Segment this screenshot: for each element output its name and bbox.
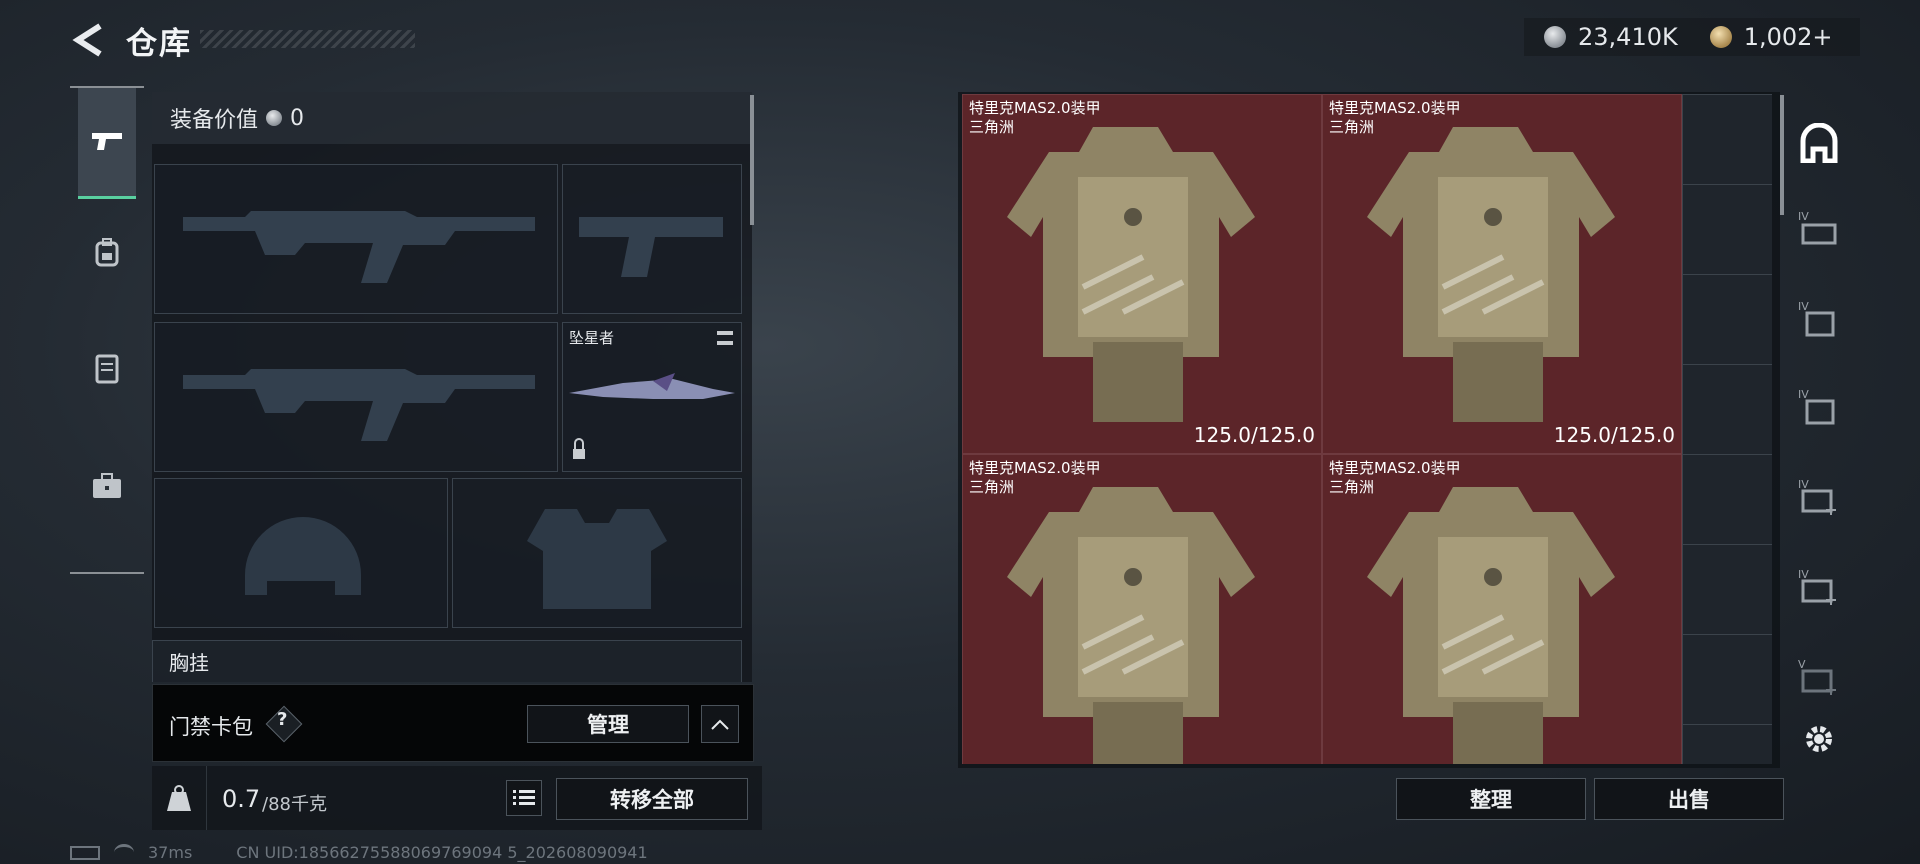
status-bar: 37ms CN UID:18566275588069769094 5_20260… (70, 843, 648, 862)
stash-tab-rail: IV IV IV IV IV V (1788, 92, 1848, 772)
chevron-up-icon (711, 719, 729, 730)
item-durability: 125.0/125.0 (1553, 423, 1675, 447)
currency-bar: 23,410K 1,002+ (1524, 18, 1860, 56)
stash-tab-3[interactable]: IV (1792, 382, 1846, 436)
stash-home-icon (1800, 123, 1838, 163)
silver-coin-icon (266, 110, 283, 126)
loadout-scrollbar[interactable] (750, 95, 754, 225)
body-armor-icon (1367, 127, 1615, 422)
helmet-silhouette-icon (245, 517, 361, 595)
weight-kg-icon (167, 785, 191, 811)
back-button[interactable] (70, 20, 106, 60)
equipment-value-row: 装备价值 0 (152, 92, 752, 144)
silver-coin-icon (1544, 26, 1566, 48)
melee-slot[interactable]: 坠星者 (562, 322, 742, 472)
vest-icon (95, 354, 119, 384)
settings-button[interactable] (1792, 712, 1846, 766)
stash-tab-5[interactable]: IV (1792, 562, 1846, 616)
chest-rig-slot[interactable]: 胸挂 (152, 640, 742, 682)
tab-vest[interactable] (78, 314, 136, 422)
body-armor-icon (1007, 487, 1255, 764)
body-armor-icon (1367, 487, 1615, 764)
manage-button[interactable]: 管理 (527, 705, 689, 743)
lock-icon (569, 443, 589, 463)
ping-text: 37ms (148, 843, 193, 862)
rifle-silhouette-icon (183, 211, 535, 283)
uid-text: CN UID:18566275588069769094 5_2026080909… (236, 843, 648, 862)
tab-backpack[interactable] (78, 198, 136, 306)
weight-row: 0.7 /88千克 转移全部 (152, 766, 762, 830)
gold-coin-icon (1709, 26, 1732, 48)
battery-icon (70, 845, 100, 860)
weight-max: /88千克 (262, 794, 327, 815)
chest-rig-label: 胸挂 (169, 651, 209, 675)
keycard-help-text: ? (277, 709, 288, 730)
rifle-silhouette-icon (183, 369, 535, 441)
stash-item-armor[interactable]: 特里克MAS2.0装甲 三角洲 (962, 454, 1322, 764)
divider (206, 766, 207, 830)
tab-case[interactable] (78, 432, 136, 540)
stash-item-armor[interactable]: 特里克MAS2.0装甲 三角洲 (1322, 454, 1682, 764)
stash-item-armor[interactable]: 特里克MAS2.0装甲 三角洲 125.0/125.0 (1322, 94, 1682, 454)
body-armor-icon (1007, 127, 1255, 422)
pistol-silhouette-icon (579, 217, 723, 277)
collapse-button[interactable] (701, 705, 739, 743)
pistol-icon (92, 133, 122, 150)
equipment-value-label: 装备价值 (170, 108, 259, 133)
pistol-slot[interactable] (562, 164, 742, 314)
stash-home-tab[interactable] (1792, 116, 1846, 170)
armor-slot[interactable] (452, 478, 742, 628)
weight-current: 0.7 (222, 785, 261, 813)
list-view-button[interactable] (506, 780, 542, 816)
list-icon (513, 790, 535, 805)
back-arrow-icon (72, 23, 102, 57)
stash-tab-6[interactable]: V (1792, 652, 1846, 706)
equipment-value-amount: 0 (290, 105, 305, 131)
wifi-icon (114, 844, 134, 861)
secondary-weapon-slot[interactable] (154, 322, 558, 472)
title-decoration (200, 30, 415, 48)
stash-tab-4[interactable]: IV (1792, 472, 1846, 526)
category-rail (70, 86, 144, 574)
stash-scrollbar[interactable] (1780, 95, 1784, 215)
page-title: 仓库 (126, 26, 192, 62)
gear-icon (1806, 726, 1832, 752)
stash-item-armor[interactable]: 特里克MAS2.0装甲 三角洲 125.0/125.0 (962, 94, 1322, 454)
keycard-bar: 门禁卡包 ? 管理 (152, 684, 754, 762)
tab-weapons[interactable] (78, 88, 136, 199)
transfer-all-button[interactable]: 转移全部 (556, 778, 748, 820)
loadout-panel: 装备价值 0 坠星者 胸挂 (152, 92, 752, 682)
briefcase-icon (93, 473, 121, 498)
stash-grid: 特里克MAS2.0装甲 三角洲 125.0/125.0 特里克MAS2.0装甲 三角… (962, 94, 1772, 764)
stash-tab-2[interactable]: IV (1792, 294, 1846, 348)
helmet-slot[interactable] (154, 478, 448, 628)
silver-amount: 23,410K (1578, 23, 1678, 51)
backpack-icon (95, 238, 119, 267)
swap-icon[interactable] (713, 325, 741, 351)
gold-amount: 1,002+ (1743, 23, 1833, 51)
stash-tab-1[interactable]: IV (1792, 204, 1846, 258)
sort-button[interactable]: 整理 (1396, 778, 1586, 820)
armor-silhouette-icon (527, 509, 667, 609)
keycard-label: 门禁卡包 (169, 715, 253, 739)
primary-weapon-slot[interactable] (154, 164, 558, 314)
sell-button[interactable]: 出售 (1594, 778, 1784, 820)
item-durability: 125.0/125.0 (1193, 423, 1315, 447)
